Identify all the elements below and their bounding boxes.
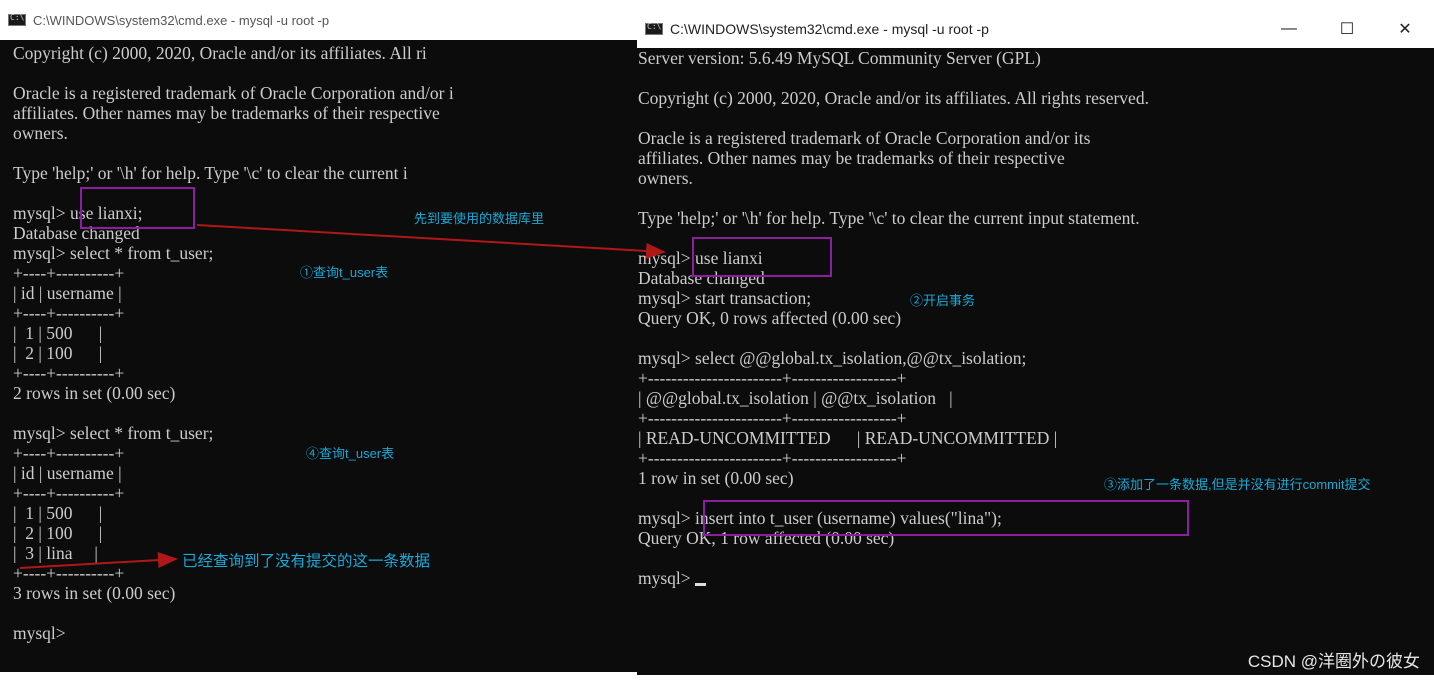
terminal-line: Oracle is a registered trademark of Orac… (638, 128, 1091, 148)
terminal-line: mysql> select @@global.tx_isolation,@@tx… (638, 348, 1027, 368)
left-titlebar[interactable]: C:\WINDOWS\system32\cmd.exe - mysql -u r… (0, 0, 640, 40)
terminal-line: 2 rows in set (0.00 sec) (13, 383, 176, 403)
terminal-line: | 1 | 500 | (13, 503, 103, 523)
highlight-use-lianxi-left (80, 187, 195, 229)
left-cmd-window[interactable]: C:\WINDOWS\system32\cmd.exe - mysql -u r… (0, 0, 640, 672)
right-window-title: C:\WINDOWS\system32\cmd.exe - mysql -u r… (670, 21, 989, 37)
annotation-found: 已经查询到了没有提交的这一条数据 (182, 553, 431, 570)
terminal-line: affiliates. Other names may be trademark… (13, 103, 440, 123)
close-button[interactable]: ✕ (1376, 10, 1434, 48)
terminal-line: Copyright (c) 2000, 2020, Oracle and/or … (638, 88, 1149, 108)
terminal-line: 1 row in set (0.00 sec) (638, 468, 794, 488)
terminal-line: | id | username | (13, 463, 122, 483)
terminal-line: Oracle is a registered trademark of Orac… (13, 83, 454, 103)
terminal-line: Query OK, 0 rows affected (0.00 sec) (638, 308, 902, 328)
cmd-icon (8, 13, 26, 26)
terminal-line: | id | username | (13, 283, 122, 303)
terminal-line: | 1 | 500 | (13, 323, 103, 343)
terminal-line: Copyright (c) 2000, 2020, Oracle and/or … (13, 43, 427, 63)
maximize-button[interactable]: ☐ (1318, 10, 1376, 48)
terminal-line: | @@global.tx_isolation | @@tx_isolation… (638, 388, 953, 408)
watermark: CSDN @洋圈外の彼女 (1247, 652, 1420, 671)
terminal-line: | READ-UNCOMMITTED | READ-UNCOMMITTED | (638, 428, 1058, 448)
terminal-line: mysql> start transaction; (638, 288, 812, 308)
terminal-line: | 2 | 100 | (13, 523, 103, 543)
annotation-step3: ③添加了一条数据,但是并没有进行commit提交 (1104, 477, 1371, 492)
text-cursor (695, 583, 707, 586)
window-controls: — ☐ ✕ (1260, 10, 1434, 48)
terminal-line: owners. (638, 168, 693, 188)
terminal-line: affiliates. Other names may be trademark… (638, 148, 1065, 168)
terminal-line: +-----------------------+---------------… (638, 448, 907, 468)
terminal-line: Type 'help;' or '\h' for help. Type '\c'… (638, 208, 1140, 228)
terminal-line: Server version: 5.6.49 MySQL Community S… (638, 48, 1041, 68)
right-titlebar[interactable]: C:\WINDOWS\system32\cmd.exe - mysql -u r… (637, 10, 1434, 48)
minimize-button[interactable]: — (1260, 10, 1318, 48)
annotation-step4: ④查询t_user表 (306, 446, 395, 461)
annotation-step2: ②开启事务 (910, 293, 976, 308)
terminal-line: +-----------------------+---------------… (638, 408, 907, 428)
terminal-line: Type 'help;' or '\h' for help. Type '\c'… (13, 163, 408, 183)
terminal-line: mysql> (13, 623, 66, 643)
terminal-line: mysql> select * from t_user; (13, 243, 214, 263)
terminal-line: +-----------------------+---------------… (638, 368, 907, 388)
highlight-insert (703, 500, 1189, 536)
terminal-line: +----+----------+ (13, 363, 125, 383)
right-cmd-window[interactable]: C:\WINDOWS\system32\cmd.exe - mysql -u r… (637, 10, 1434, 675)
annotation-step1: ①查询t_user表 (300, 265, 389, 280)
terminal-line: owners. (13, 123, 68, 143)
highlight-use-lianxi-right (692, 237, 832, 277)
left-window-title: C:\WINDOWS\system32\cmd.exe - mysql -u r… (33, 12, 330, 28)
terminal-line: mysql> select * from t_user; (13, 423, 214, 443)
terminal-line: mysql> (638, 568, 1149, 588)
terminal-line: +----+----------+ (13, 303, 125, 323)
cmd-icon (645, 22, 663, 35)
terminal-line: +----+----------+ (13, 483, 125, 503)
terminal-line: 3 rows in set (0.00 sec) (13, 583, 176, 603)
annotation-use-db: 先到要使用的数据库里 (414, 211, 545, 226)
terminal-line: | 2 | 100 | (13, 343, 103, 363)
